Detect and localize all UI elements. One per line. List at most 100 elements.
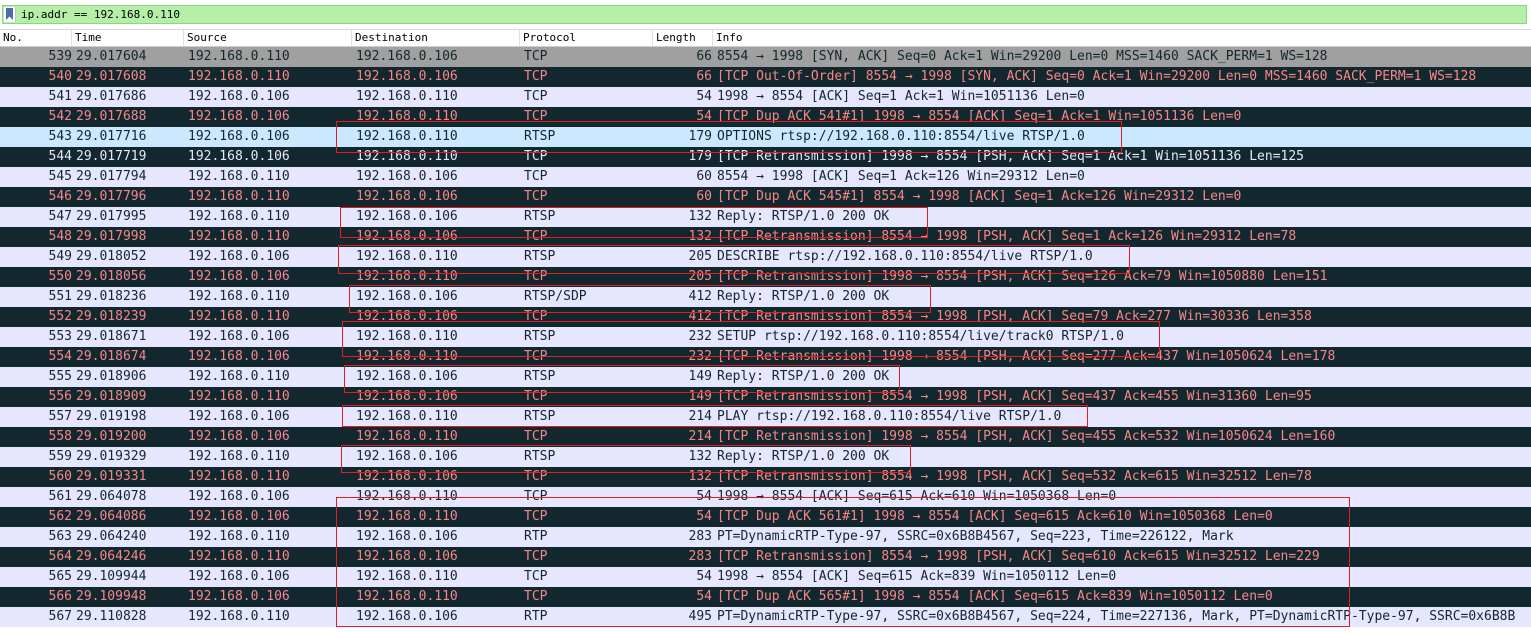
packet-protocol: TCP xyxy=(524,189,548,204)
packet-row[interactable]: 542 29.017688 192.168.0.106 192.168.0.110 TC… xyxy=(0,107,1531,127)
packet-length: 179 xyxy=(688,149,712,164)
packet-protocol: TCP xyxy=(524,89,548,104)
packet-time: 29.017608 xyxy=(76,69,147,84)
packet-time: 29.018052 xyxy=(76,249,147,264)
packet-row[interactable]: 547 29.017995 192.168.0.110 192.168.0.106 RT… xyxy=(0,207,1531,227)
packet-row[interactable]: 551 29.018236 192.168.0.110 192.168.0.106 RT… xyxy=(0,287,1531,307)
packet-info: [TCP Dup ACK 561#1] 1998 → 8554 [ACK] Se… xyxy=(717,509,1273,524)
packet-source: 192.168.0.110 xyxy=(188,469,290,484)
packet-source: 192.168.0.106 xyxy=(188,269,290,284)
packet-length: 232 xyxy=(688,349,712,364)
packet-info: 1998 → 8554 [ACK] Seq=615 Ack=610 Win=10… xyxy=(717,489,1117,504)
packet-time: 29.019329 xyxy=(76,449,147,464)
packet-info: PT=DynamicRTP-Type-97, SSRC=0x6B8B4567, … xyxy=(717,609,1516,624)
packet-length: 283 xyxy=(688,549,712,564)
packet-no: 540 xyxy=(48,69,72,84)
packet-row[interactable]: 567 29.110828 192.168.0.110 192.168.0.106 RT… xyxy=(0,607,1531,627)
packet-no: 564 xyxy=(48,549,72,564)
packet-protocol: TCP xyxy=(524,169,548,184)
column-header-time[interactable]: Time xyxy=(72,30,184,46)
packet-row[interactable]: 562 29.064086 192.168.0.106 192.168.0.110 TC… xyxy=(0,507,1531,527)
packet-destination: 192.168.0.110 xyxy=(356,109,458,124)
packet-row[interactable]: 539 29.017604 192.168.0.110 192.168.0.106 TC… xyxy=(0,47,1531,67)
packet-destination: 192.168.0.110 xyxy=(356,149,458,164)
column-header-length[interactable]: Length xyxy=(653,30,713,46)
packet-source: 192.168.0.110 xyxy=(188,229,290,244)
packet-row[interactable]: 564 29.064246 192.168.0.110 192.168.0.106 TC… xyxy=(0,547,1531,567)
packet-destination: 192.168.0.106 xyxy=(356,229,458,244)
packet-row[interactable]: 553 29.018671 192.168.0.106 192.168.0.110 RT… xyxy=(0,327,1531,347)
packet-time: 29.017995 xyxy=(76,209,147,224)
column-header-protocol[interactable]: Protocol xyxy=(520,30,653,46)
packet-list[interactable]: 539 29.017604 192.168.0.110 192.168.0.106 TC… xyxy=(0,47,1531,633)
packet-destination: 192.168.0.106 xyxy=(356,49,458,64)
packet-destination: 192.168.0.110 xyxy=(356,329,458,344)
packet-source: 192.168.0.110 xyxy=(188,69,290,84)
packet-length: 132 xyxy=(688,449,712,464)
packet-no: 567 xyxy=(48,609,72,624)
packet-info: [TCP Retransmission] 8554 → 1998 [PSH, A… xyxy=(717,389,1312,404)
packet-source: 192.168.0.110 xyxy=(188,369,290,384)
packet-protocol: TCP xyxy=(524,69,548,84)
packet-source: 192.168.0.110 xyxy=(188,49,290,64)
column-header-source[interactable]: Source xyxy=(184,30,352,46)
packet-row[interactable]: 558 29.019200 192.168.0.106 192.168.0.110 TC… xyxy=(0,427,1531,447)
packet-destination: 192.168.0.110 xyxy=(356,249,458,264)
packet-destination: 192.168.0.106 xyxy=(356,189,458,204)
display-filter-toolbar xyxy=(0,0,1531,30)
column-header-no[interactable]: No. xyxy=(0,30,72,46)
packet-protocol: TCP xyxy=(524,109,548,124)
packet-source: 192.168.0.106 xyxy=(188,409,290,424)
packet-row[interactable]: 546 29.017796 192.168.0.110 192.168.0.106 TC… xyxy=(0,187,1531,207)
packet-protocol: TCP xyxy=(524,589,548,604)
packet-info: Reply: RTSP/1.0 200 OK xyxy=(717,369,890,384)
column-header-destination[interactable]: Destination xyxy=(352,30,520,46)
packet-row[interactable]: 540 29.017608 192.168.0.110 192.168.0.106 TC… xyxy=(0,67,1531,87)
packet-row[interactable]: 555 29.018906 192.168.0.110 192.168.0.106 RT… xyxy=(0,367,1531,387)
packet-time: 29.018906 xyxy=(76,369,147,384)
packet-time: 29.017716 xyxy=(76,129,147,144)
packet-row[interactable]: 550 29.018056 192.168.0.106 192.168.0.110 TC… xyxy=(0,267,1531,287)
packet-row[interactable]: 543 29.017716 192.168.0.106 192.168.0.110 RT… xyxy=(0,127,1531,147)
packet-length: 232 xyxy=(688,329,712,344)
packet-row[interactable]: 549 29.018052 192.168.0.106 192.168.0.110 RT… xyxy=(0,247,1531,267)
packet-row[interactable]: 548 29.017998 192.168.0.110 192.168.0.106 TC… xyxy=(0,227,1531,247)
packet-protocol: TCP xyxy=(524,509,548,524)
packet-row[interactable]: 560 29.019331 192.168.0.110 192.168.0.106 TC… xyxy=(0,467,1531,487)
packet-length: 54 xyxy=(696,569,712,584)
packet-info: [TCP Retransmission] 8554 → 1998 [PSH, A… xyxy=(717,229,1297,244)
packet-row[interactable]: 545 29.017794 192.168.0.110 192.168.0.106 TC… xyxy=(0,167,1531,187)
packet-length: 54 xyxy=(696,109,712,124)
packet-protocol: RTSP xyxy=(524,369,556,384)
column-header-info[interactable]: Info xyxy=(713,30,1531,46)
packet-length: 54 xyxy=(696,589,712,604)
packet-row[interactable]: 544 29.017719 192.168.0.106 192.168.0.110 TC… xyxy=(0,147,1531,167)
packet-protocol: TCP xyxy=(524,349,548,364)
packet-time: 29.018909 xyxy=(76,389,147,404)
packet-length: 66 xyxy=(696,69,712,84)
packet-row[interactable]: 566 29.109948 192.168.0.106 192.168.0.110 TC… xyxy=(0,587,1531,607)
display-filter-input[interactable] xyxy=(2,5,1527,24)
packet-protocol: TCP xyxy=(524,569,548,584)
packet-protocol: TCP xyxy=(524,469,548,484)
packet-row[interactable]: 552 29.018239 192.168.0.110 192.168.0.106 TC… xyxy=(0,307,1531,327)
packet-length: 214 xyxy=(688,409,712,424)
packet-time: 29.017796 xyxy=(76,189,147,204)
packet-info: SETUP rtsp://192.168.0.110:8554/live/tra… xyxy=(717,329,1124,344)
packet-length: 60 xyxy=(696,189,712,204)
packet-row[interactable]: 563 29.064240 192.168.0.110 192.168.0.106 RT… xyxy=(0,527,1531,547)
packet-info: [TCP Retransmission] 8554 → 1998 [PSH, A… xyxy=(717,549,1320,564)
packet-row[interactable]: 541 29.017686 192.168.0.106 192.168.0.110 TC… xyxy=(0,87,1531,107)
packet-row[interactable]: 554 29.018674 192.168.0.106 192.168.0.110 TC… xyxy=(0,347,1531,367)
packet-row[interactable]: 559 29.019329 192.168.0.110 192.168.0.106 RT… xyxy=(0,447,1531,467)
packet-row[interactable]: 557 29.019198 192.168.0.106 192.168.0.110 RT… xyxy=(0,407,1531,427)
packet-length: 132 xyxy=(688,209,712,224)
filter-bookmark-icon[interactable] xyxy=(4,7,16,22)
packet-destination: 192.168.0.110 xyxy=(356,129,458,144)
packet-row[interactable]: 565 29.109944 192.168.0.106 192.168.0.110 TC… xyxy=(0,567,1531,587)
packet-source: 192.168.0.106 xyxy=(188,349,290,364)
packet-row[interactable]: 556 29.018909 192.168.0.110 192.168.0.106 TC… xyxy=(0,387,1531,407)
packet-destination: 192.168.0.106 xyxy=(356,309,458,324)
packet-no: 555 xyxy=(48,369,72,384)
packet-row[interactable]: 561 29.064078 192.168.0.106 192.168.0.110 TC… xyxy=(0,487,1531,507)
